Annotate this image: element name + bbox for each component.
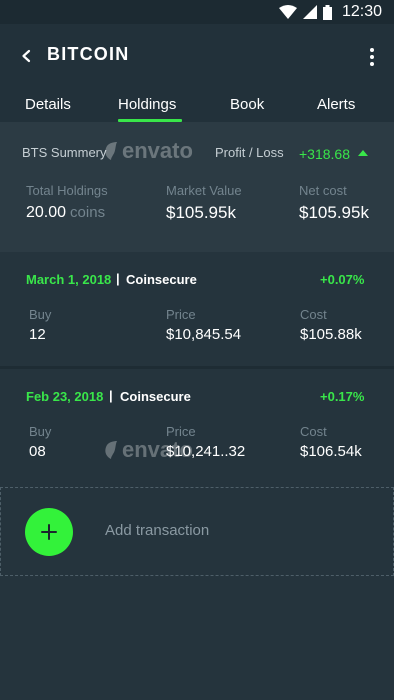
back-arrow-icon[interactable] — [18, 46, 36, 66]
transaction-exchange: Coinsecure — [126, 272, 197, 287]
battery-icon — [322, 4, 332, 20]
wifi-icon — [278, 5, 297, 19]
buy-label: Buy — [29, 424, 52, 439]
transaction-card[interactable]: March 1, 2018 | Coinsecure +0.07% Buy 12… — [0, 252, 394, 366]
net-cost: $105.95k — [299, 203, 369, 222]
transaction-separator: | — [109, 388, 113, 403]
tab-book[interactable]: Book — [230, 96, 264, 113]
market-value: $105.95k — [166, 203, 236, 222]
page-title: BITCOIN — [47, 44, 130, 64]
tab-bar: Details Holdings Book Alerts — [0, 90, 394, 122]
transaction-date: March 1, 2018 — [26, 272, 112, 287]
transaction-change: +0.17% — [320, 389, 365, 404]
tab-holdings[interactable]: Holdings — [118, 96, 176, 113]
holdings-summary: BTS Summery Profit / Loss +318.68 Total … — [0, 122, 394, 252]
transaction-card[interactable]: Feb 23, 2018 | Coinsecure +0.17% Buy 08 … — [0, 369, 394, 483]
cost-label: Cost — [300, 307, 327, 322]
price-label: Price — [166, 307, 196, 322]
total-holdings-label: Total Holdings — [26, 183, 108, 198]
profit-loss-label: Profit / Loss — [215, 145, 284, 160]
price-label: Price — [166, 424, 196, 439]
transaction-exchange: Coinsecure — [120, 389, 191, 404]
profit-loss-value: +318.68 — [299, 146, 350, 162]
summary-label: BTS Summery — [22, 145, 107, 160]
total-holdings-number: 20.00 — [26, 204, 67, 221]
buy-label: Buy — [29, 307, 52, 322]
market-value-label: Market Value — [166, 183, 242, 198]
buy-value: 08 — [29, 443, 46, 460]
tab-details[interactable]: Details — [25, 96, 71, 113]
status-bar: 12:30 — [0, 0, 394, 24]
price-value: $10,845.54 — [166, 326, 242, 343]
app-bar: BITCOIN Details Holdings Book Alerts — [0, 24, 394, 122]
add-transaction-row[interactable]: Add transaction — [0, 487, 394, 576]
transaction-separator: | — [116, 271, 120, 286]
status-time: 12:30 — [341, 3, 382, 20]
net-cost-label: Net cost — [299, 183, 347, 198]
buy-value: 12 — [29, 326, 46, 343]
signal-icon — [302, 5, 317, 19]
add-transaction-label: Add transaction — [105, 522, 210, 539]
more-vert-icon[interactable] — [364, 46, 380, 68]
plus-icon — [41, 524, 57, 540]
cost-value: $105.88k — [300, 326, 362, 343]
tab-alerts[interactable]: Alerts — [317, 96, 355, 113]
total-holdings-unit: coins — [70, 204, 106, 221]
transaction-change: +0.07% — [320, 272, 365, 287]
transaction-date: Feb 23, 2018 — [26, 389, 104, 404]
price-value: $10,241..32 — [166, 443, 246, 460]
caret-up-icon — [358, 150, 368, 156]
total-holdings-value: 20.00 coins — [26, 204, 105, 222]
add-transaction-button[interactable] — [25, 508, 73, 556]
cost-value: $106.54k — [300, 443, 362, 460]
cost-label: Cost — [300, 424, 327, 439]
